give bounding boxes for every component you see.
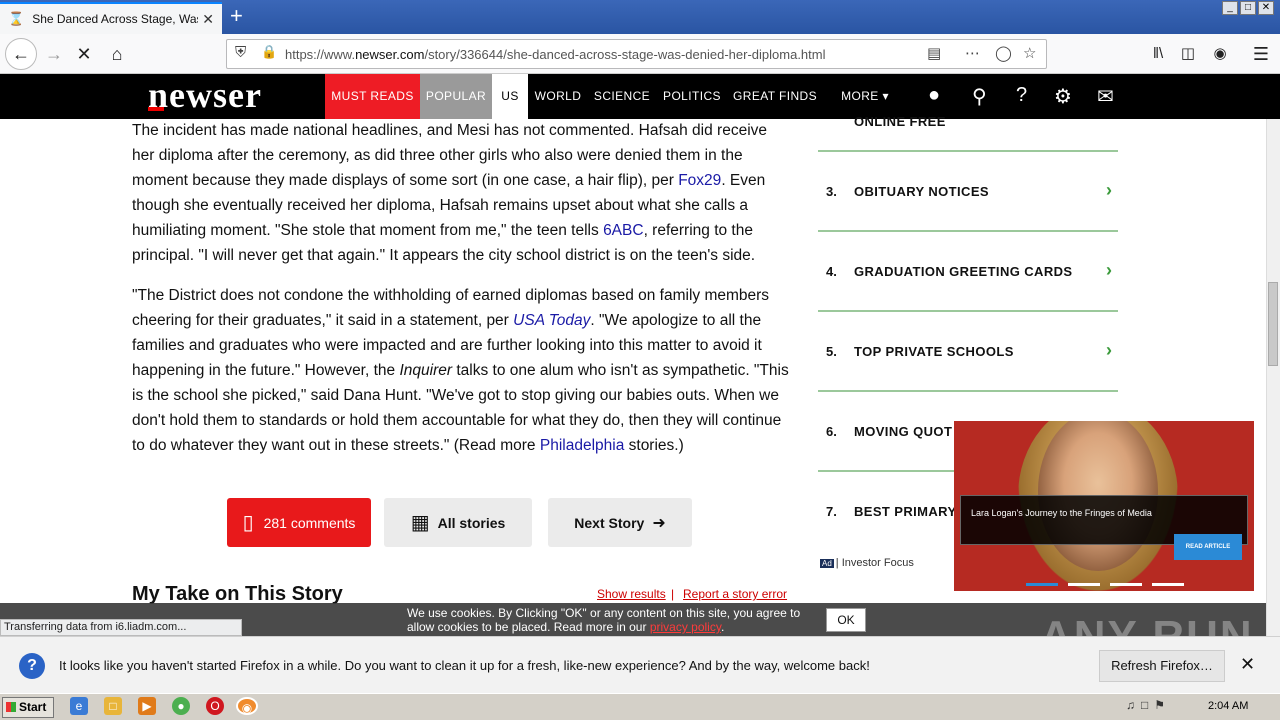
url-text[interactable]: https://www.newser.com/story/336644/she-… bbox=[285, 47, 826, 62]
slide-dot[interactable] bbox=[1068, 583, 1100, 586]
comments-button[interactable]: ▯ 281 comments bbox=[227, 498, 371, 547]
folder-icon[interactable]: □ bbox=[104, 697, 122, 715]
close-tab-icon[interactable]: ✕ bbox=[202, 11, 214, 28]
forward-button[interactable]: → bbox=[40, 41, 68, 67]
firefox-notification-bar: ? It looks like you haven't started Fire… bbox=[0, 636, 1280, 693]
reader-view-icon[interactable]: ▤ bbox=[927, 44, 941, 62]
chevron-right-icon: › bbox=[1106, 340, 1112, 360]
logo-accent bbox=[148, 107, 164, 111]
home-button[interactable]: ⌂ bbox=[103, 41, 131, 67]
close-notification-icon[interactable]: ✕ bbox=[1240, 654, 1255, 675]
vertical-scrollbar[interactable] bbox=[1266, 119, 1280, 636]
close-window-button[interactable]: ✕ bbox=[1258, 1, 1274, 15]
media-player-icon[interactable]: ▶ bbox=[138, 697, 156, 715]
slide-dot[interactable] bbox=[1152, 583, 1184, 586]
cookie-ok-button[interactable]: OK bbox=[826, 608, 866, 632]
navigation-bar: ← → ✕ ⌂ ⛨ 🔒 https://www.newser.com/story… bbox=[0, 34, 1280, 74]
video-popup[interactable]: Lara Logan's Journey to the Fringes of M… bbox=[954, 421, 1254, 591]
sidebar-item-partial[interactable]: ONLINE FREE bbox=[818, 108, 1118, 152]
article-paragraph-1: The incident has made national headlines… bbox=[132, 122, 768, 264]
flag-icon[interactable]: ⚑ bbox=[1154, 698, 1171, 712]
opera-icon[interactable]: O bbox=[206, 697, 224, 715]
chevron-right-icon: › bbox=[1106, 260, 1112, 280]
chrome-icon[interactable]: ● bbox=[172, 697, 190, 715]
menu-icon[interactable]: ☰ bbox=[1247, 41, 1275, 67]
network-icon[interactable]: □ bbox=[1141, 698, 1154, 712]
nav-us[interactable]: US bbox=[492, 74, 528, 119]
start-button[interactable]: Start bbox=[2, 697, 54, 718]
question-icon: ? bbox=[19, 653, 45, 679]
shield-icon[interactable]: ⛨ bbox=[235, 44, 246, 61]
6abc-link[interactable]: 6ABC bbox=[603, 222, 644, 239]
all-stories-button[interactable]: ▦ All stories bbox=[384, 498, 532, 547]
library-icon[interactable]: ‖\ bbox=[1144, 41, 1172, 67]
firefox-icon[interactable]: ◉ bbox=[236, 697, 258, 715]
philadelphia-link[interactable]: Philadelphia bbox=[540, 437, 624, 454]
hourglass-icon: ⌛ bbox=[8, 11, 25, 26]
nav-world[interactable]: WORLD bbox=[530, 74, 586, 119]
stop-loading-button[interactable]: ✕ bbox=[70, 41, 98, 67]
article-paragraph-2: "The District does not condone the withh… bbox=[132, 287, 789, 454]
lock-icon[interactable]: 🔒 bbox=[261, 44, 277, 60]
link-separator: | bbox=[671, 587, 675, 601]
grid-icon: ▦ bbox=[410, 512, 430, 534]
refresh-firefox-button[interactable]: Refresh Firefox… bbox=[1099, 650, 1225, 682]
bookmark-star-icon[interactable]: ☆ bbox=[1023, 44, 1036, 62]
maximize-button[interactable]: □ bbox=[1240, 1, 1256, 15]
sidebar-item-5[interactable]: 5. TOP PRIVATE SCHOOLS › bbox=[818, 312, 1118, 392]
cookie-text: We use cookies. By Clicking "OK" or any … bbox=[407, 606, 801, 634]
slide-dot[interactable] bbox=[1026, 583, 1058, 586]
volume-icon[interactable]: ♫ bbox=[1126, 698, 1141, 712]
url-bar[interactable]: ⛨ 🔒 https://www.newser.com/story/336644/… bbox=[226, 39, 1047, 69]
privacy-policy-link[interactable]: privacy policy bbox=[650, 620, 721, 634]
tab-strip: ⌛ She Danced Across Stage, Was De ✕ + _ … bbox=[0, 0, 1280, 34]
pocket-icon[interactable]: ◯ bbox=[995, 44, 1012, 62]
back-button[interactable]: ← bbox=[5, 38, 37, 70]
ad-label[interactable]: Ad | Investor Focus bbox=[820, 557, 916, 569]
nav-politics[interactable]: POLITICS bbox=[660, 74, 724, 119]
read-article-button[interactable]: READ ARTICLE bbox=[1174, 534, 1242, 560]
help-icon[interactable]: ? bbox=[1016, 84, 1027, 107]
ie-icon[interactable]: e bbox=[70, 697, 88, 715]
ad-badge: Ad bbox=[820, 559, 834, 568]
nav-popular[interactable]: POPULAR bbox=[420, 74, 492, 119]
scrollbar-thumb[interactable] bbox=[1268, 282, 1278, 366]
report-error-link[interactable]: Report a story error bbox=[683, 587, 787, 601]
chevron-right-icon: › bbox=[1106, 180, 1112, 200]
clock: 2:04 AM bbox=[1208, 700, 1249, 712]
mail-icon[interactable]: ✉ bbox=[1097, 84, 1114, 109]
browser-tab[interactable]: ⌛ She Danced Across Stage, Was De ✕ bbox=[0, 2, 222, 34]
windows-taskbar: Start bbox=[0, 693, 1280, 720]
minimize-button[interactable]: _ bbox=[1222, 1, 1238, 15]
slide-indicators bbox=[1026, 583, 1184, 586]
arrow-right-icon: ➜ bbox=[652, 514, 666, 532]
settings-icon[interactable]: ⚙ bbox=[1054, 84, 1072, 109]
nav-great-finds[interactable]: GREAT FINDS bbox=[732, 74, 818, 119]
search-icon[interactable]: ⚲ bbox=[972, 84, 987, 109]
comment-bubble-icon: ▯ bbox=[242, 512, 254, 534]
new-tab-button[interactable]: + bbox=[230, 5, 243, 27]
nav-must-reads[interactable]: MUST READS bbox=[325, 74, 420, 119]
sidebar-item-4[interactable]: 4. GRADUATION GREETING CARDS › bbox=[818, 232, 1118, 312]
slide-dot[interactable] bbox=[1110, 583, 1142, 586]
sidebar-item-3[interactable]: 3. OBITUARY NOTICES › bbox=[818, 152, 1118, 232]
account-icon[interactable]: ◉ bbox=[1206, 41, 1234, 67]
tab-title: She Danced Across Stage, Was De bbox=[32, 12, 198, 26]
notification-message: It looks like you haven't started Firefo… bbox=[59, 658, 870, 673]
next-story-button[interactable]: Next Story ➜ bbox=[548, 498, 692, 547]
fox29-link[interactable]: Fox29 bbox=[678, 172, 721, 189]
show-results-link[interactable]: Show results bbox=[597, 587, 666, 601]
status-bar: Transferring data from i6.liadm.com... bbox=[0, 619, 242, 636]
user-icon[interactable]: ● bbox=[928, 84, 940, 107]
page-actions-icon[interactable]: ⋯ bbox=[965, 44, 980, 62]
window-controls: _ □ ✕ bbox=[1222, 1, 1274, 15]
newser-logo[interactable]: newser bbox=[148, 77, 262, 113]
system-tray: ♫□⚑ bbox=[1126, 698, 1171, 712]
usa-today-link[interactable]: USA Today bbox=[513, 312, 590, 329]
sidebar-icon[interactable]: ◫ bbox=[1174, 41, 1202, 67]
nav-science[interactable]: SCIENCE bbox=[592, 74, 652, 119]
